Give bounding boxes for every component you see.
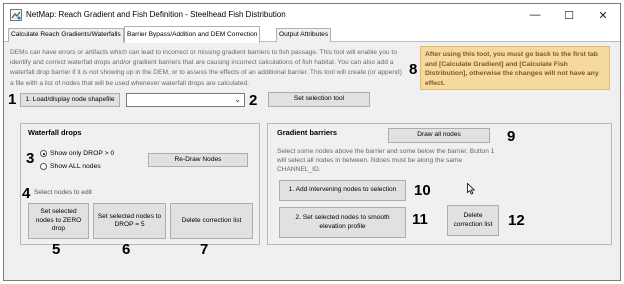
annotation-10: 10 <box>414 182 431 199</box>
annotation-8: 8 <box>409 61 418 78</box>
radio-show-all[interactable]: Show ALL nodes <box>40 163 101 170</box>
gradient-description: Select some nodes above the barrier and … <box>277 148 495 173</box>
tab-barrier-bypass[interactable]: Barrier Bypass/Addition and DEM Correcti… <box>124 26 261 43</box>
annotation-5: 5 <box>52 241 61 258</box>
tab-calculate-gradients[interactable]: Calculate Reach Gradients/Waterfalls <box>8 28 124 42</box>
set-zero-drop-button[interactable]: Set selected nodes to ZERO drop <box>28 203 89 239</box>
annotation-6: 6 <box>122 241 131 258</box>
draw-all-nodes-button[interactable]: Draw all nodes <box>388 128 490 143</box>
select-nodes-hint: Select nodes to edit <box>34 189 92 196</box>
minimize-button[interactable]: — <box>518 4 552 26</box>
smooth-elevation-button[interactable]: 2. Set selected nodes to smooth elevatio… <box>279 207 406 238</box>
close-button[interactable]: ✕ <box>586 4 620 26</box>
annotation-12: 12 <box>508 212 525 229</box>
chevron-down-icon: ⌄ <box>234 95 241 104</box>
radio-show-drop[interactable]: Show only DROP > 0 <box>40 150 114 157</box>
mouse-cursor-icon <box>467 183 475 195</box>
radio-show-all-label: Show ALL nodes <box>50 163 101 170</box>
annotation-4: 4 <box>22 185 31 202</box>
delete-waterfall-correction-button[interactable]: Delete correction list <box>170 203 253 239</box>
tab-output-attributes[interactable]: Output Attributes <box>276 28 332 42</box>
annotation-11: 11 <box>412 211 428 228</box>
annotation-3: 3 <box>26 150 35 167</box>
tab-strip: Calculate Reach Gradients/Waterfalls Bar… <box>4 26 620 43</box>
add-intervening-nodes-button[interactable]: 1. Add intervening nodes to selection <box>279 180 406 201</box>
radio-show-drop-label: Show only DROP > 0 <box>50 150 115 157</box>
window-title: NetMap: Reach Gradient and Fish Definiti… <box>26 10 286 19</box>
annotation-2: 2 <box>249 92 258 109</box>
set-drop-5-button[interactable]: Set selected nodes to DROP = 5 <box>93 203 166 239</box>
app-icon <box>10 9 22 21</box>
radio-selected-icon <box>40 150 47 157</box>
radio-unselected-icon <box>40 163 47 170</box>
title-bar: NetMap: Reach Gradient and Fish Definiti… <box>4 4 620 26</box>
waterfall-drops-title: Waterfall drops <box>28 128 82 137</box>
delete-gradient-correction-button[interactable]: Delete correction list <box>447 205 499 236</box>
redraw-nodes-button[interactable]: Re-Draw Nodes <box>148 153 248 167</box>
shapefile-select[interactable]: ⌄ <box>126 93 245 107</box>
maximize-button[interactable]: ☐ <box>552 4 586 26</box>
set-selection-tool-button[interactable]: Set selection tool <box>268 92 370 107</box>
warning-note: After using this tool, you must go back … <box>420 46 610 90</box>
description-text: DEMs can have errors or artifacts which … <box>10 49 402 87</box>
annotation-7: 7 <box>200 241 209 258</box>
annotation-1: 1 <box>8 91 17 108</box>
gradient-barriers-title: Gradient barriers <box>277 128 337 137</box>
load-node-shapefile-button[interactable]: 1. Load/display node shapefile <box>20 93 120 107</box>
annotation-9: 9 <box>507 128 516 145</box>
